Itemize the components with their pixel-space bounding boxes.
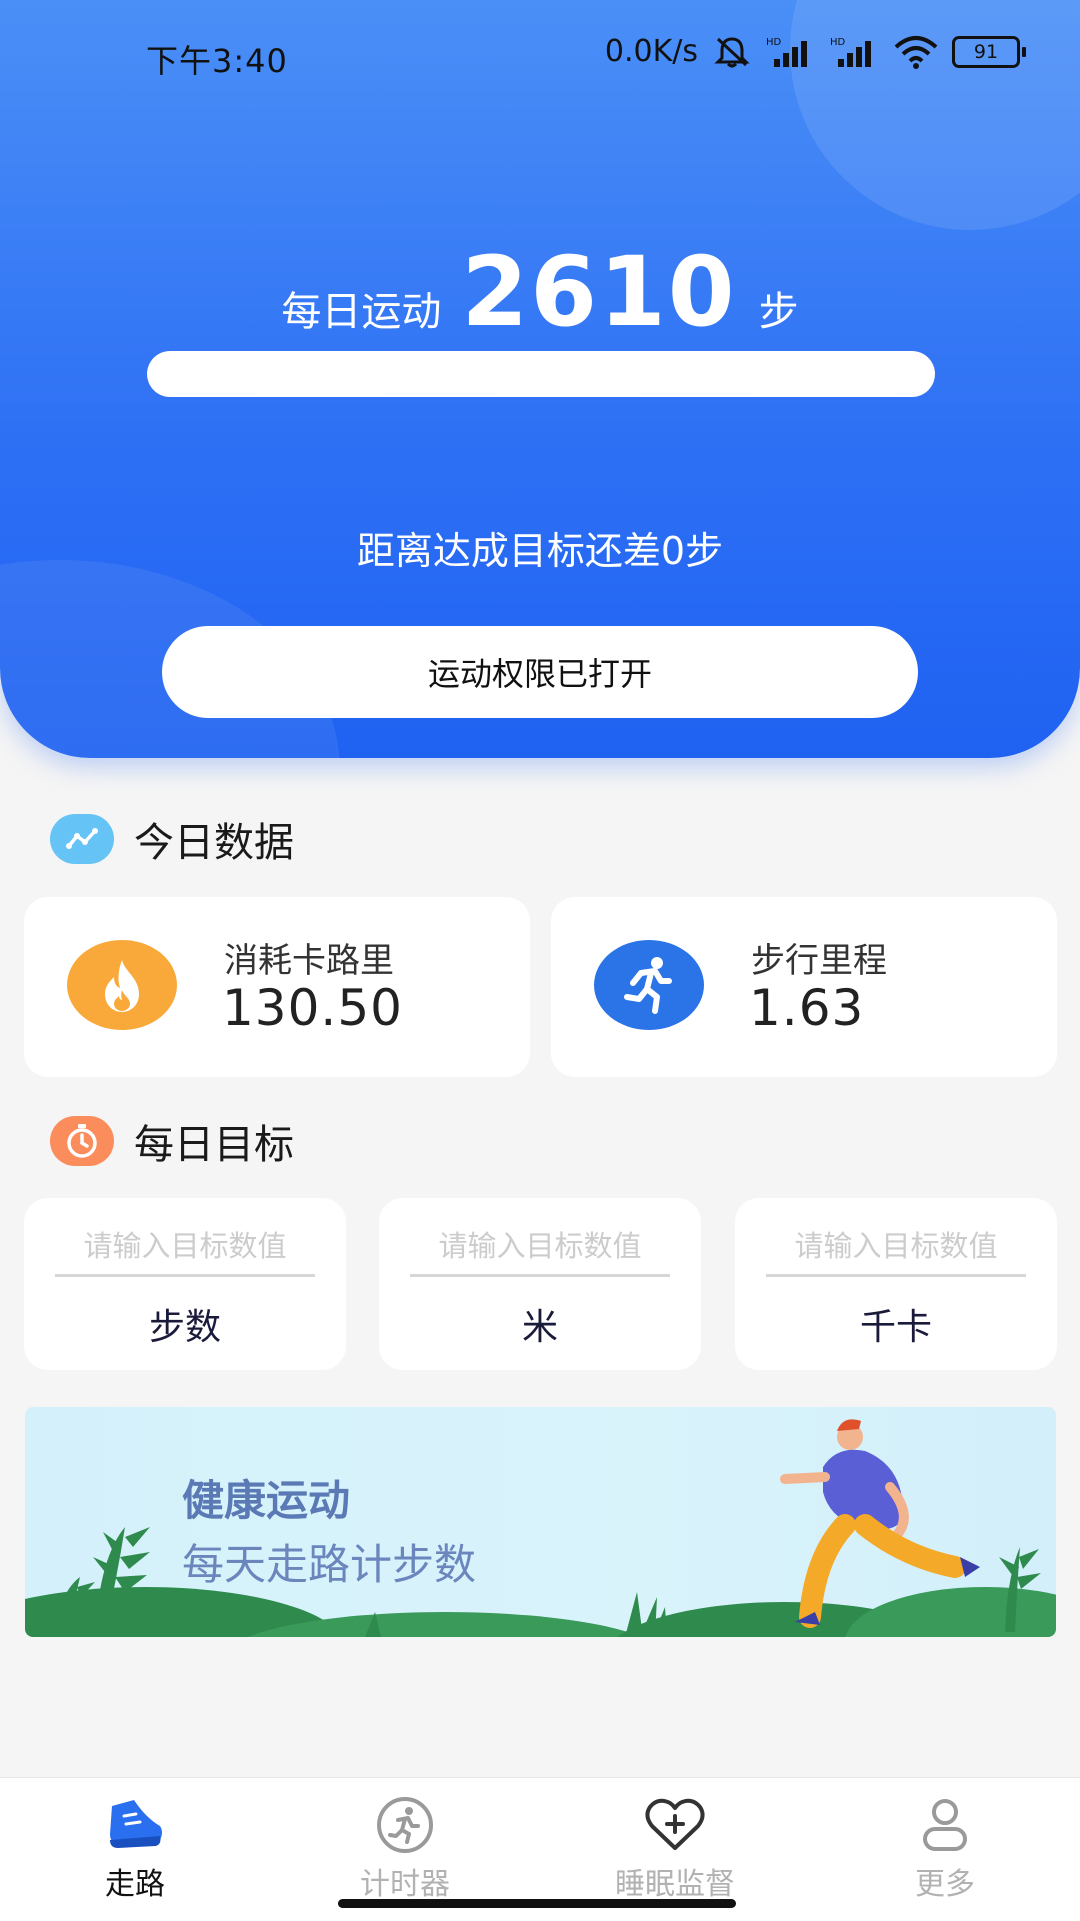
banner-subtitle: 每天走路计步数 — [182, 1540, 477, 1589]
steps-unit: 步 — [758, 289, 799, 335]
svg-text:HD: HD — [830, 37, 846, 48]
signal-hd-icon: HD — [766, 35, 816, 69]
health-banner[interactable]: 健康运动 每天走路计步数 — [25, 1407, 1056, 1637]
hero-panel: 下午3:40 0.0K/s HD HD 91 每日运动 2610 步 距离达成目… — [0, 0, 1080, 758]
stat-value: 1.63 — [749, 979, 865, 1037]
status-time: 下午3:40 — [146, 42, 288, 80]
runner-icon — [594, 940, 704, 1030]
shoe-icon — [0, 1796, 270, 1852]
flame-icon — [67, 940, 177, 1030]
tab-label: 睡眠监督 — [615, 1867, 735, 1902]
goal-unit: 米 — [521, 1307, 558, 1348]
section-title: 今日数据 — [134, 820, 294, 866]
trend-chart-icon — [50, 814, 114, 864]
daily-goal-header: 每日目标 — [50, 1112, 294, 1170]
steps-progress-fill — [147, 351, 935, 397]
steps-value: 2610 — [461, 236, 737, 348]
goal-steps-input[interactable] — [55, 1218, 315, 1277]
tab-timer[interactable]: 计时器 — [270, 1778, 540, 1902]
tab-label: 更多 — [915, 1867, 975, 1902]
tab-label: 计时器 — [360, 1867, 450, 1902]
status-icons: 0.0K/s HD HD 91 — [604, 34, 1026, 69]
section-title: 每日目标 — [134, 1122, 294, 1168]
today-data-header: 今日数据 — [50, 810, 294, 868]
wifi-icon — [894, 35, 938, 69]
tab-label: 走路 — [105, 1867, 165, 1902]
signal-hd-icon: HD — [830, 35, 880, 69]
goal-unit: 步数 — [148, 1307, 221, 1348]
goal-card-steps: 步数 — [24, 1198, 346, 1370]
calories-card: 消耗卡路里 130.50 — [24, 897, 530, 1077]
steps-prefix: 每日运动 — [281, 289, 442, 335]
banner-title: 健康运动 — [182, 1476, 351, 1525]
goal-remaining-text: 距离达成目标还差0步 — [356, 529, 724, 573]
goal-meters-input[interactable] — [410, 1218, 670, 1277]
stopwatch-icon — [50, 1116, 114, 1166]
tab-more[interactable]: 更多 — [810, 1778, 1080, 1902]
person-icon — [810, 1796, 1080, 1852]
stat-label: 消耗卡路里 — [224, 941, 394, 981]
home-indicator[interactable] — [338, 1899, 736, 1908]
goal-unit: 千卡 — [859, 1307, 932, 1348]
stat-value: 130.50 — [222, 979, 403, 1037]
heart-plus-icon — [540, 1796, 810, 1852]
daily-steps: 每日运动 2610 步 — [0, 236, 1080, 348]
motion-permission-button[interactable]: 运动权限已打开 — [162, 626, 918, 718]
svg-text:HD: HD — [766, 37, 782, 48]
mute-icon — [712, 35, 752, 69]
battery-icon: 91 — [952, 35, 1026, 68]
banner-illustration — [25, 1419, 1056, 1637]
tab-walk[interactable]: 走路 — [0, 1778, 270, 1902]
tab-sleep-monitor[interactable]: 睡眠监督 — [540, 1778, 810, 1902]
goal-card-kcal: 千卡 — [735, 1198, 1057, 1370]
status-bar: 下午3:40 0.0K/s HD HD 91 — [0, 0, 1080, 110]
steps-progress-bar — [147, 351, 935, 397]
network-speed: 0.0K/s — [604, 34, 698, 69]
goal-card-meters: 米 — [379, 1198, 701, 1370]
distance-card: 步行里程 1.63 — [551, 897, 1057, 1077]
stat-label: 步行里程 — [751, 941, 887, 981]
runner-circle-icon — [270, 1796, 540, 1854]
goal-kcal-input[interactable] — [766, 1218, 1026, 1277]
